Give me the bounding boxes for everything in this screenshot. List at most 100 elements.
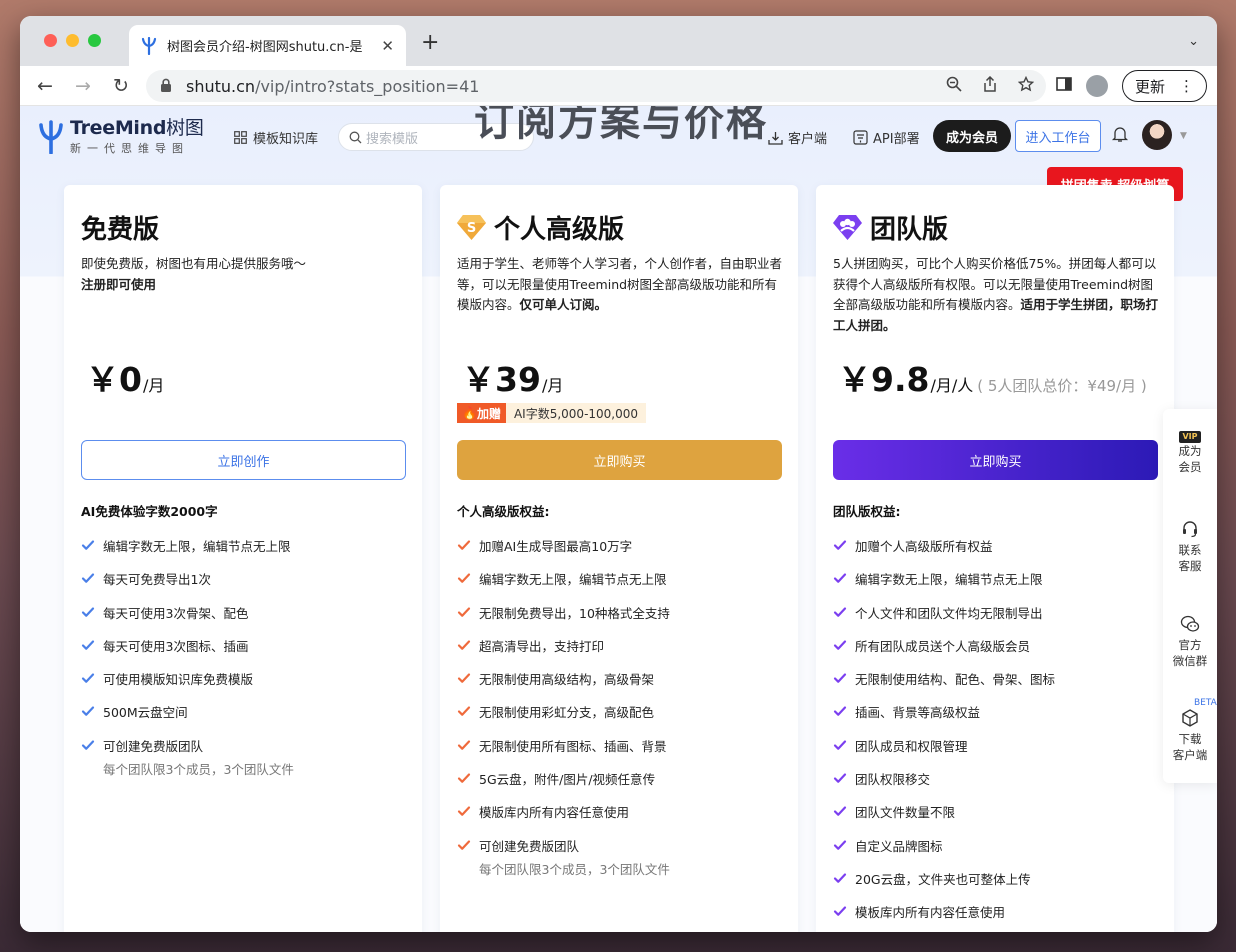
lock-icon[interactable] — [160, 78, 174, 95]
check-icon — [81, 606, 95, 617]
flame-icon: 🔥 — [462, 406, 477, 420]
benefit-text-wrap: 编辑字数无上限，编辑节点无上限 — [479, 569, 667, 588]
check-icon — [81, 573, 95, 584]
api-deploy-link[interactable]: API部署 — [853, 128, 920, 147]
check-icon — [457, 606, 471, 617]
benefit-text: 无限制使用结构、配色、骨架、图标 — [855, 672, 1056, 688]
check-icon — [457, 706, 471, 717]
benefit-item: 超高清导出，支持打印 — [457, 636, 788, 669]
minimize-window-button[interactable] — [66, 34, 79, 47]
bookmark-star-icon[interactable] — [1017, 75, 1035, 96]
api-link-label: API部署 — [873, 132, 920, 147]
plan-desc-bold: 注册即可使用 — [81, 276, 157, 292]
site-logo[interactable]: TreeMind树图 新一代思维导图 — [38, 118, 204, 156]
become-member-button[interactable]: 成为会员 — [933, 120, 1011, 152]
bonus-text: AI字数5,000-100,000 — [505, 403, 647, 423]
user-avatar[interactable] — [1142, 120, 1172, 150]
share-icon[interactable] — [982, 75, 998, 96]
chevron-down-icon[interactable]: ▼ — [1180, 131, 1187, 141]
benefit-item: 加赠个人高级版所有权益 — [833, 536, 1164, 569]
check-icon — [457, 806, 471, 817]
benefit-list: 编辑字数无上限，编辑节点无上限 每天可免费导出1次 每天可使用3次骨架、配色 每天可使… — [81, 536, 412, 777]
benefit-item: 可创建免费版团队每个团队限3个成员，3个团队文件 — [81, 736, 412, 777]
benefit-text-wrap: 500M云盘空间 — [103, 702, 188, 721]
benefit-title: 个人高级版权益: — [457, 504, 550, 519]
check-icon — [457, 573, 471, 584]
browser-window: 树图会员介绍-树图网shutu.cn-是 ✕ + ⌄ ← → ↻ shutu.c… — [20, 16, 1217, 932]
benefit-text: 无限制使用高级结构，高级骨架 — [479, 672, 655, 688]
sidepanel-icon[interactable] — [1056, 76, 1072, 96]
tab-active[interactable]: 树图会员介绍-树图网shutu.cn-是 ✕ — [129, 25, 406, 66]
tab-close-icon[interactable]: ✕ — [381, 37, 394, 55]
start-creating-button[interactable]: 立即创作 — [81, 440, 406, 480]
tab-search-chevron-icon[interactable]: ⌄ — [1188, 34, 1199, 49]
tab-title: 树图会员介绍-树图网shutu.cn-是 — [167, 40, 363, 55]
benefit-item: 所有团队成员送个人高级版会员 — [833, 636, 1164, 669]
nav-templates-label: 模板知识库 — [253, 132, 319, 147]
benefit-text-wrap: 可创建免费版团队 每个团队限3个成员，3个团队文件 — [479, 836, 670, 878]
benefit-text: 无限制免费导出，10种格式全支持 — [479, 605, 670, 621]
team-diamond-icon — [833, 215, 862, 240]
reload-button[interactable]: ↻ — [102, 75, 140, 97]
benefit-subtext: 每个团队限3个成员，3个团队文件 — [103, 761, 294, 777]
check-icon — [833, 773, 847, 783]
sidebar-wechat-group[interactable]: 官方 微信群 — [1163, 615, 1217, 669]
benefit-item: 无限制使用彩虹分支，高级配色 — [457, 702, 788, 735]
buy-team-button[interactable]: 立即购买 — [833, 440, 1158, 480]
plan-name: S 个人高级版 — [457, 209, 624, 246]
team-total-price: ( 5人团队总价：¥49/月 ) — [977, 377, 1147, 395]
benefit-item: 500M云盘空间 — [81, 702, 412, 735]
close-window-button[interactable] — [44, 34, 57, 47]
benefit-text-wrap: 加赠AI生成导图最高10万字 — [479, 536, 632, 555]
benefit-item: 编辑字数无上限，编辑节点无上限 — [81, 536, 412, 569]
pro-coin-icon: S — [457, 215, 486, 240]
price-unit: /月 — [541, 376, 564, 395]
benefit-text-wrap: 模板库内所有内容任意使用 — [855, 902, 1005, 921]
update-button[interactable]: 更新 ⋮ — [1121, 70, 1207, 102]
enter-workspace-button[interactable]: 进入工作台 — [1015, 120, 1101, 152]
cube-icon — [1182, 709, 1198, 727]
benefit-text: 编辑字数无上限，编辑节点无上限 — [855, 572, 1043, 588]
benefit-text-wrap: 无限制使用所有图标、插画、背景 — [479, 736, 667, 755]
benefit-item: 无限制使用结构、配色、骨架、图标 — [833, 669, 1164, 702]
check-icon — [833, 640, 847, 650]
check-icon — [457, 540, 471, 550]
plan-description: 适用于学生、老师等个人学习者，个人创作者，自由职业者等，可以无限量使用Treem… — [457, 254, 784, 316]
sidebar-wechat-l1: 官方 — [1178, 638, 1202, 652]
sidebar-become-member[interactable]: VIP 成为 会员 — [1163, 427, 1217, 475]
forward-button[interactable]: → — [64, 75, 102, 97]
benefit-text-wrap: 可创建免费版团队每个团队限3个成员，3个团队文件 — [103, 736, 294, 778]
benefit-text-wrap: 编辑字数无上限，编辑节点无上限 — [103, 536, 291, 555]
benefit-text-wrap: 每天可使用3次骨架、配色 — [103, 603, 248, 622]
notification-bell-icon[interactable] — [1111, 125, 1129, 147]
buy-pro-button[interactable]: 立即购买 — [457, 440, 782, 480]
floating-sidebar: VIP 成为 会员 联系 客服 官方 微信群 BETA 下载 客户端 — [1163, 409, 1217, 783]
address-bar[interactable]: shutu.cn/vip/intro?stats_position=41 — [146, 70, 1046, 102]
logo-slogan: 新一代思维导图 — [70, 142, 189, 155]
zoom-icon[interactable] — [946, 76, 962, 96]
benefit-text-wrap: 无限制使用彩虹分支，高级配色 — [479, 702, 654, 721]
sidebar-contact-support[interactable]: 联系 客服 — [1163, 520, 1217, 574]
plan-price: ￥39/月 — [462, 353, 563, 401]
client-download-link[interactable]: 客户端 — [768, 128, 827, 147]
new-tab-button[interactable]: + — [421, 32, 439, 54]
check-icon — [833, 540, 847, 550]
benefit-text-wrap: 自定义品牌图标 — [855, 836, 943, 855]
maximize-window-button[interactable] — [88, 34, 101, 47]
check-icon — [833, 840, 847, 850]
benefit-item: 团队文件数量不限 — [833, 802, 1164, 835]
nav-templates[interactable]: 模板知识库 — [234, 128, 318, 147]
check-icon — [833, 873, 847, 883]
benefit-list: 加赠个人高级版所有权益 编辑字数无上限，编辑节点无上限 个人文件和团队文件均无限制导… — [833, 536, 1164, 932]
sidebar-download-client[interactable]: 下载 客户端 — [1163, 709, 1217, 763]
back-button[interactable]: ← — [26, 75, 64, 97]
treemind-favicon-icon — [141, 36, 157, 55]
benefit-text: 可创建免费版团队 — [103, 738, 204, 754]
plan-desc-text: 即使免费版，树图也有用心提供服务哦～ — [81, 256, 307, 271]
benefit-text: 20G云盘，文件夹也可整体上传 — [855, 871, 1031, 887]
browser-toolbar: ← → ↻ shutu.cn/vip/intro?stats_position=… — [20, 66, 1217, 106]
profile-avatar-icon[interactable] — [1085, 75, 1108, 97]
headset-icon — [1183, 521, 1197, 538]
benefit-item: 模版库内所有内容任意使用 — [457, 802, 788, 835]
window-controls — [44, 34, 101, 47]
